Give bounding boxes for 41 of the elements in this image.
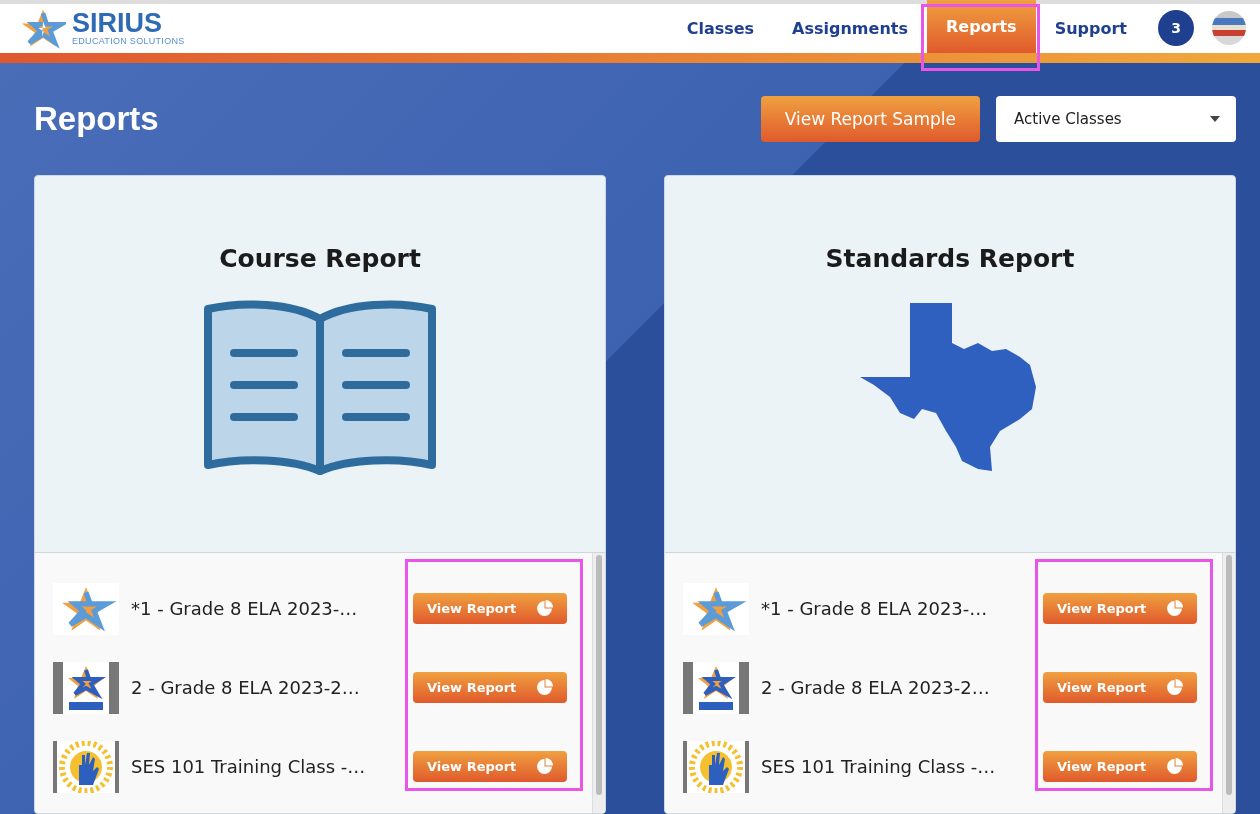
class-thumbnail (683, 740, 749, 793)
caret-icon (1210, 116, 1220, 122)
pie-chart-icon (1166, 600, 1183, 617)
scrollbar-thumb[interactable] (1226, 555, 1232, 795)
class-name: SES 101 Training Class -… (131, 756, 367, 777)
page-title: Reports (34, 100, 159, 138)
nav-tab[interactable]: Support (1035, 4, 1146, 53)
card-title: Course Report (219, 244, 421, 273)
logo-tagline: EDUCATION SOLUTIONS (72, 36, 185, 47)
view-report-button[interactable]: View Report (1043, 593, 1197, 624)
class-thumbnail (53, 661, 119, 714)
view-report-sample-button[interactable]: View Report Sample (760, 96, 980, 142)
scrollbar-thumb[interactable] (596, 555, 602, 795)
class-thumbnail (683, 661, 749, 714)
open-book-icon (202, 299, 438, 475)
nav-tab[interactable]: Assignments (773, 4, 927, 53)
view-report-button[interactable]: View Report (413, 751, 567, 782)
avatar-icon[interactable] (1212, 11, 1246, 46)
view-report-button[interactable]: View Report (413, 672, 567, 703)
pie-chart-icon (1166, 679, 1183, 696)
class-thumbnail (53, 740, 119, 793)
card-title: Standards Report (825, 244, 1075, 273)
class-name: *1 - Grade 8 ELA 2023-… (761, 598, 989, 619)
class-thumbnail (683, 582, 749, 635)
notification-badge[interactable]: 3 (1158, 10, 1194, 47)
class-name: 2 - Grade 8 ELA 2023-2… (131, 677, 361, 698)
pie-chart-icon (536, 758, 553, 775)
class-name: SES 101 Training Class -… (761, 756, 997, 777)
nav-tab[interactable]: Reports (926, 0, 1036, 53)
pie-chart-icon (1166, 758, 1183, 775)
logo-name: SIRIUS (72, 10, 163, 37)
view-report-button[interactable]: View Report (413, 593, 567, 624)
nav-tab[interactable]: Classes (667, 4, 774, 53)
class-name: *1 - Grade 8 ELA 2023-… (131, 598, 359, 619)
view-report-button[interactable]: View Report (1043, 672, 1197, 703)
class-name: 2 - Grade 8 ELA 2023-2… (761, 677, 991, 698)
class-thumbnail (53, 582, 119, 635)
pie-chart-icon (536, 679, 553, 696)
view-report-button[interactable]: View Report (1043, 751, 1197, 782)
class-filter-dropdown[interactable]: Active Classes (996, 96, 1236, 142)
pie-chart-icon (536, 600, 553, 617)
